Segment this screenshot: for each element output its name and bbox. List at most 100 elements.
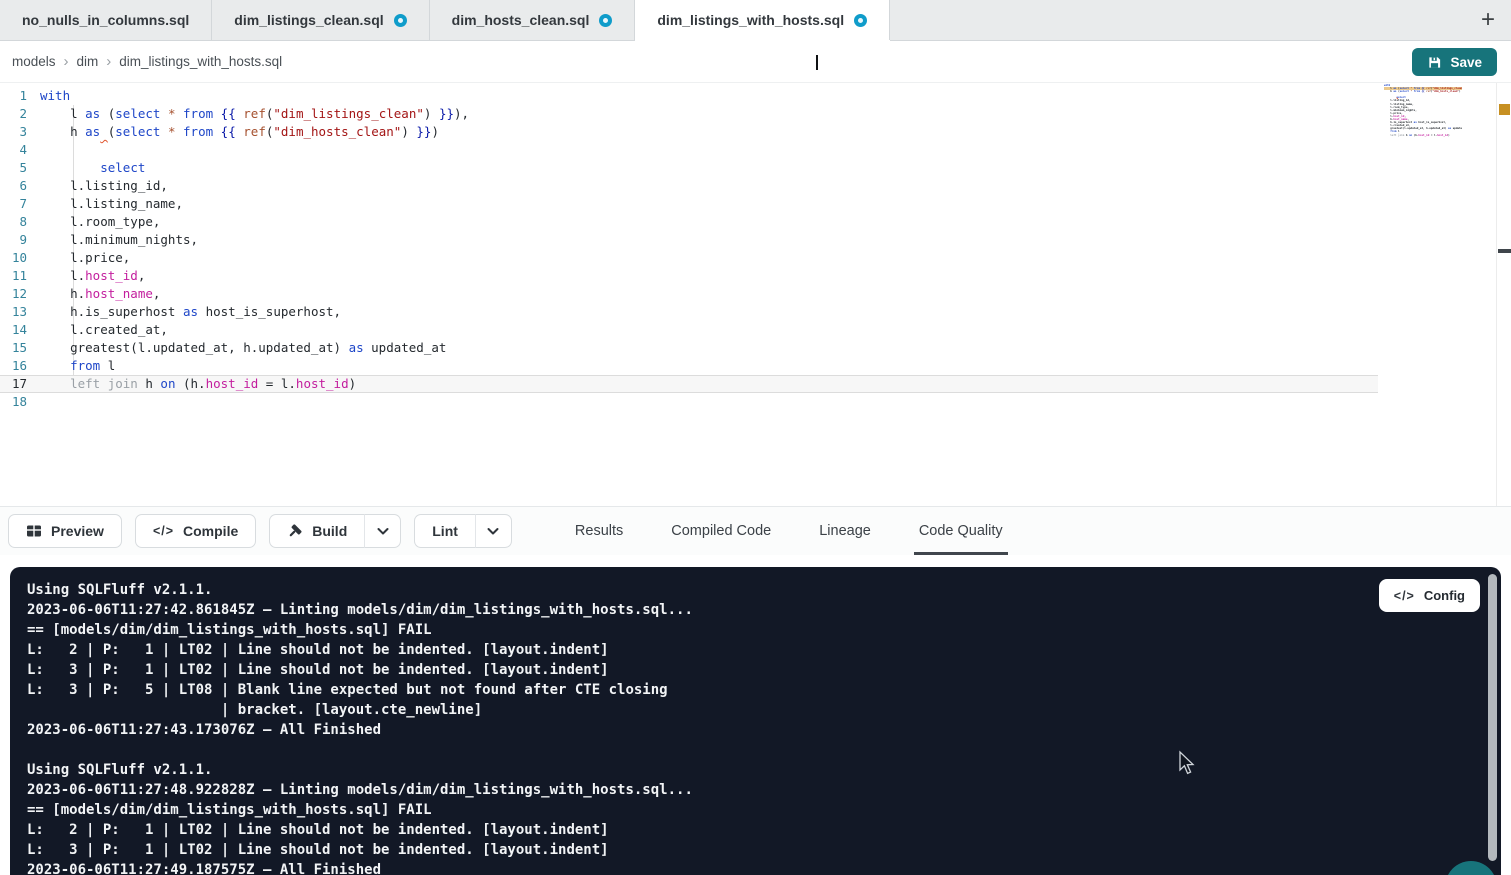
terminal-output: Using SQLFluff v2.1.1. 2023-06-06T11:27:… [27,580,1371,875]
help-bubble-button[interactable] [1445,861,1497,875]
lint-button-group: Lint [414,514,512,548]
code-token: from [183,124,213,139]
lint-squiggle [100,124,108,139]
code-token: l. [40,268,85,283]
line-number: 14 [0,321,40,339]
breadcrumb-item[interactable]: models [12,54,56,69]
code-token: l.listing_name, [40,196,183,211]
code-line[interactable]: 10 l.price, [0,249,1378,267]
code-token [176,124,184,139]
lint-terminal[interactable]: Using SQLFluff v2.1.1. 2023-06-06T11:27:… [10,567,1501,875]
line-number: 4 [0,141,40,159]
build-button[interactable]: Build [269,514,364,548]
code-text: l.price, [40,249,130,267]
lint-dropdown-button[interactable] [475,514,512,548]
code-line[interactable]: 1with [0,87,1378,105]
code-token: on [160,376,175,391]
lint-button-label: Lint [432,523,458,539]
file-tab-inactive[interactable]: dim_hosts_clean.sql [430,0,636,40]
ruler-cursor-marker [1498,249,1511,253]
code-line[interactable]: 12 h.host_name, [0,285,1378,303]
code-token: l.listing_id, [40,178,168,193]
lint-button[interactable]: Lint [414,514,475,548]
breadcrumb-item[interactable]: dim_listings_with_hosts.sql [119,54,282,69]
tab-lineage[interactable]: Lineage [814,507,876,555]
code-line[interactable]: 6 l.listing_id, [0,177,1378,195]
code-line[interactable]: 8 l.room_type, [0,213,1378,231]
line-number: 16 [0,357,40,375]
line-number: 17 [0,375,40,393]
code-line[interactable]: 9 l.minimum_nights, [0,231,1378,249]
code-line[interactable]: 18 [0,393,1378,411]
unsaved-changes-icon [599,14,612,27]
code-token: = l. [258,376,296,391]
code-token: ref [243,124,266,139]
code-text: l.host_id, [40,267,145,285]
code-token: host_id [206,376,259,391]
code-line[interactable]: 16 from l [0,357,1378,375]
code-text [1384,137,1386,140]
file-header-bar: models › dim › dim_listings_with_hosts.sql S… [0,41,1511,83]
code-line[interactable]: 17 left join h on (h.host_id = l.host_id… [0,375,1378,393]
code-line[interactable]: 3 h as (select * from {{ ref("dim_hosts_… [0,123,1378,141]
file-tab-inactive[interactable]: dim_listings_clean.sql [212,0,429,40]
compile-button[interactable]: </>Compile [135,514,256,548]
code-token: l.price, [40,250,130,265]
breadcrumb: models › dim › dim_listings_with_hosts.sql [12,41,282,82]
preview-button-label: Preview [51,523,104,539]
build-dropdown-button[interactable] [364,514,401,548]
overview-ruler[interactable] [1496,83,1511,506]
line-number: 6 [0,177,40,195]
code-token: l.created_at, [40,322,168,337]
file-tab-label: dim_listings_clean.sql [234,12,383,28]
preview-button[interactable]: Preview [8,514,122,548]
code-token [213,124,221,139]
code-text: l.created_at, [40,321,168,339]
code-text: h as (select * from {{ ref("dim_hosts_cl… [40,123,439,141]
minimap-line [1384,137,1462,140]
line-number: 2 [0,105,40,123]
code-text: greatest(l.updated_at, h.updated_at) as … [40,339,446,357]
file-tab-active[interactable]: dim_listings_with_hosts.sql [635,0,890,40]
file-tab-inactive[interactable]: no_nulls_in_columns.sql [0,0,212,40]
code-editor[interactable]: 1with2 l as (select * from {{ ref("dim_l… [0,83,1511,506]
code-line[interactable]: 13 h.is_superhost as host_is_superhost, [0,303,1378,321]
build-button-label: Build [312,523,347,539]
line-number: 10 [0,249,40,267]
code-line[interactable]: 2 l as (select * from {{ ref("dim_listin… [0,105,1378,123]
lint-config-button[interactable]: </> Config [1379,579,1480,612]
code-token: h.is_superhost [40,304,183,319]
code-token: {{ [221,124,236,139]
code-line[interactable]: 5 select [0,159,1378,177]
minimap[interactable]: with l as (select * from {{ ref("dim_lis… [1384,84,1462,140]
breadcrumb-separator: › [64,53,69,70]
chevron-down-icon [485,523,501,539]
code-line[interactable]: 15 greatest(l.updated_at, h.updated_at) … [0,339,1378,357]
code-text: l.listing_name, [40,195,183,213]
code-token: ) [401,124,416,139]
terminal-scrollbar[interactable] [1488,574,1497,861]
hammer-icon [287,523,303,539]
breadcrumb-separator: › [106,53,111,70]
code-token: }} [416,124,431,139]
code-token: "dim_hosts_clean" [273,124,401,139]
compile-button-label: Compile [183,523,238,539]
code-text: l.minimum_nights, [40,231,198,249]
breadcrumb-item[interactable]: dim [77,54,99,69]
code-token: left join [1384,134,1406,137]
code-line[interactable]: 11 l.host_id, [0,267,1378,285]
new-tab-button[interactable]: + [1465,0,1511,40]
save-button[interactable]: Save [1412,48,1497,76]
tab-results[interactable]: Results [570,507,628,555]
code-line[interactable]: 4 [0,141,1378,159]
code-token: from [183,106,213,121]
code-text [40,141,48,159]
code-icon: </> [1394,589,1415,603]
tab-code-quality[interactable]: Code Quality [914,507,1008,555]
unsaved-changes-icon [854,14,867,27]
code-line[interactable]: 14 l.created_at, [0,321,1378,339]
code-token [176,106,184,121]
code-text: l.room_type, [40,213,160,231]
code-line[interactable]: 7 l.listing_name, [0,195,1378,213]
tab-compiled-code[interactable]: Compiled Code [666,507,776,555]
